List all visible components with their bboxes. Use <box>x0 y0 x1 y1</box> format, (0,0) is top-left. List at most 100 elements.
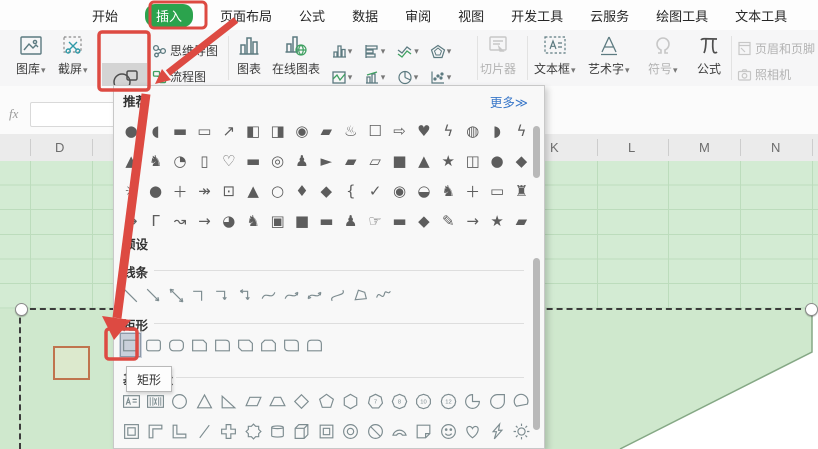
shape-cell-slash[interactable] <box>192 418 216 444</box>
recommended-shape-cell[interactable]: ◧ <box>241 117 265 145</box>
shape-cell-sun[interactable] <box>509 418 533 444</box>
recommended-shape-cell[interactable]: ◗ <box>485 117 509 145</box>
menu-tab-开发工具[interactable]: 开发工具 <box>511 6 563 25</box>
recommended-shape-cell[interactable]: ϟ <box>436 117 460 145</box>
shape-cell-snipsame[interactable] <box>257 332 280 358</box>
recommended-shape-cell[interactable]: ◉ <box>387 177 411 205</box>
shape-cell-elbowarrow[interactable] <box>211 282 234 308</box>
menu-tab-视图[interactable]: 视图 <box>458 6 484 25</box>
recommended-shape-cell[interactable]: ＋ <box>168 177 192 205</box>
shape-cell-heart[interactable] <box>460 418 484 444</box>
recommended-shape-cell[interactable]: ◨ <box>265 117 289 145</box>
shape-cell-heptagon[interactable]: 7 <box>363 388 387 414</box>
recommended-shape-cell[interactable]: ♨ <box>339 117 363 145</box>
shape-cell-curvedbl[interactable] <box>303 282 326 308</box>
recommended-shape-cell[interactable]: ▱ <box>363 147 387 175</box>
recommended-shape-cell[interactable]: Γ <box>143 207 167 235</box>
shape-cell-scribble[interactable] <box>372 282 395 308</box>
shape-cell-cross[interactable] <box>217 418 241 444</box>
recommended-shape-cell[interactable]: ▰ <box>509 207 533 235</box>
recommended-shape-cell[interactable]: ★ <box>485 207 509 235</box>
recommended-shape-cell[interactable]: ♞ <box>436 177 460 205</box>
recommended-shape-cell[interactable]: ■ <box>387 147 411 175</box>
online-chart-button[interactable]: 在线图表 <box>272 34 320 77</box>
insert-radar-chart-button[interactable]: ▾ <box>429 38 452 64</box>
shape-cell-hexagon[interactable] <box>339 388 363 414</box>
recommended-shape-cell[interactable]: ☞ <box>363 207 387 235</box>
shape-cell-parallelogram[interactable] <box>241 388 265 414</box>
recommended-shape-cell[interactable]: ▭ <box>192 117 216 145</box>
recommended-shape-cell[interactable]: ◍ <box>460 117 484 145</box>
shape-cell-roundrect2[interactable] <box>165 332 188 358</box>
menu-tab-公式[interactable]: 公式 <box>299 6 325 25</box>
column-header-m[interactable]: M <box>699 140 710 155</box>
drawn-rectangle-shape[interactable] <box>53 346 90 380</box>
shape-cell-elbow[interactable] <box>188 282 211 308</box>
recommended-shape-cell[interactable]: ▲ <box>241 177 265 205</box>
recommended-shape-cell[interactable]: ● <box>119 117 143 145</box>
shape-cell-line[interactable] <box>119 282 142 308</box>
recommended-shape-cell[interactable]: ☐ <box>363 117 387 145</box>
shape-cell-rounddiag[interactable] <box>280 332 303 358</box>
menu-tab-开始[interactable]: 开始 <box>92 6 118 25</box>
recommended-shape-cell[interactable]: ▲ <box>119 147 143 175</box>
shape-cell-roundrect[interactable] <box>142 332 165 358</box>
recommended-shape-cell[interactable]: ◔ <box>168 147 192 175</box>
recommended-shape-cell[interactable]: ▬ <box>387 207 411 235</box>
recommended-shape-cell[interactable]: ▯ <box>192 147 216 175</box>
selection-handle-topright[interactable] <box>805 303 818 316</box>
column-header-n[interactable]: N <box>771 140 780 155</box>
menu-tab-绘图工具[interactable]: 绘图工具 <box>656 6 708 25</box>
shape-cell-nosymbol[interactable] <box>363 418 387 444</box>
shape-cell-decagon[interactable]: 10 <box>412 388 436 414</box>
insert-area-chart-button[interactable]: ▾ <box>396 38 419 64</box>
recommended-shape-cell[interactable]: ◕ <box>217 207 241 235</box>
recommended-shape-cell[interactable]: ▭ <box>485 177 509 205</box>
shape-cell-octagon[interactable]: 8 <box>387 388 411 414</box>
recommended-shape-cell[interactable]: ◒ <box>412 177 436 205</box>
insert-bar-chart-button[interactable]: ▾ <box>363 38 386 64</box>
recommended-shape-cell[interactable]: ＋ <box>460 177 484 205</box>
menu-tab-页面布局[interactable]: 页面布局 <box>220 6 272 25</box>
wordart-button[interactable]: 艺术字▾ <box>588 34 630 77</box>
recommended-shape-cell[interactable]: ◆ <box>509 147 533 175</box>
recommended-shape-cell[interactable]: ▬ <box>314 207 338 235</box>
mindmap-button[interactable]: 思维导图 <box>152 42 218 59</box>
cell-grid-right[interactable] <box>545 161 818 309</box>
shape-cell-pie[interactable] <box>460 388 484 414</box>
recommended-shape-cell[interactable]: ✎ <box>436 207 460 235</box>
recommended-shape-cell[interactable]: ▰ <box>314 117 338 145</box>
selection-handle-topleft[interactable] <box>15 303 28 316</box>
shape-cell-freeform[interactable] <box>349 282 372 308</box>
shape-cell-corner[interactable] <box>143 418 167 444</box>
recommended-shape-cell[interactable]: ✓ <box>363 177 387 205</box>
shape-cell-chord[interactable] <box>509 388 533 414</box>
shape-cell-diamond[interactable] <box>290 388 314 414</box>
gallery-button[interactable]: 图库▾ <box>16 34 46 77</box>
shape-cell-donut[interactable] <box>339 418 363 444</box>
recommended-shape-cell[interactable]: ♟ <box>290 147 314 175</box>
dropdown-scrollbar-thumb[interactable] <box>533 258 540 430</box>
recommended-shape-cell[interactable]: → <box>460 207 484 235</box>
shape-cell-foldedcorner[interactable] <box>412 418 436 444</box>
insert-column-chart-button[interactable]: ▾ <box>330 38 353 64</box>
shape-cell-blockarc[interactable] <box>387 418 411 444</box>
recommended-shape-cell[interactable]: ◎ <box>265 147 289 175</box>
shape-cell-pentagon[interactable] <box>314 388 338 414</box>
shape-cell-triangle[interactable] <box>192 388 216 414</box>
recommended-shape-cell[interactable]: ■ <box>290 207 314 235</box>
recommended-shape-cell[interactable]: { <box>339 177 363 205</box>
menu-tab-文本工具[interactable]: 文本工具 <box>735 6 787 25</box>
recommended-shape-cell[interactable]: ♦ <box>290 177 314 205</box>
shape-cell-snip1[interactable] <box>188 332 211 358</box>
recommended-shape-cell[interactable]: ▲ <box>412 147 436 175</box>
recommended-shape-cell[interactable]: ⇨ <box>387 117 411 145</box>
column-header-d[interactable]: D <box>55 140 64 155</box>
shape-cell-snipdiag[interactable] <box>234 332 257 358</box>
recommended-shape-cell[interactable]: ◫ <box>460 147 484 175</box>
recommended-shape-cell[interactable]: ◆ <box>314 177 338 205</box>
recommended-shape-cell[interactable]: → <box>119 207 143 235</box>
recommended-shape-cell[interactable]: ◖ <box>143 117 167 145</box>
recommended-shape-cell[interactable]: ☼ <box>119 177 143 205</box>
shape-cell-round1[interactable] <box>211 332 234 358</box>
